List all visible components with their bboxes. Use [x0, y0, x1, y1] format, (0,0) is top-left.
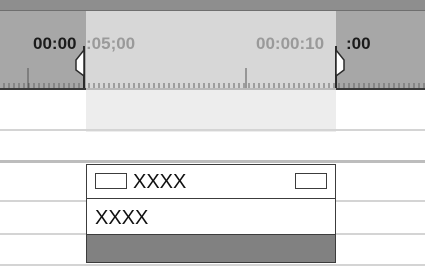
clip-secondary-label: XXXX: [95, 207, 149, 229]
timeline-top-strip: [0, 0, 425, 11]
clip-header-label: XXXX: [133, 171, 187, 193]
ruler-baseline-range: [86, 88, 336, 90]
in-timecode-bold: 00:00: [33, 34, 77, 53]
track-separator: [0, 129, 425, 131]
clip-header-row: XXXX: [87, 165, 335, 199]
timeline-clip[interactable]: XXXX XXXX: [86, 164, 336, 263]
clip-label-row: XXXX: [87, 199, 335, 235]
out-timecode-bold: :00: [346, 34, 371, 53]
in-timecode-dim: :05;00: [86, 34, 136, 53]
clip-end-box-icon: [295, 173, 327, 189]
ruler-ticks: [3, 68, 425, 88]
out-point-marker-icon[interactable]: [333, 46, 349, 88]
out-timecode-dim: 00:00:10: [256, 34, 325, 53]
work-area-track-highlight: [86, 88, 336, 132]
in-point-marker-icon[interactable]: [72, 46, 88, 88]
clip-footer-bar: [87, 235, 335, 262]
track-separator: [0, 160, 425, 163]
clip-box-icon: [95, 173, 127, 189]
track-separator: [0, 264, 425, 266]
